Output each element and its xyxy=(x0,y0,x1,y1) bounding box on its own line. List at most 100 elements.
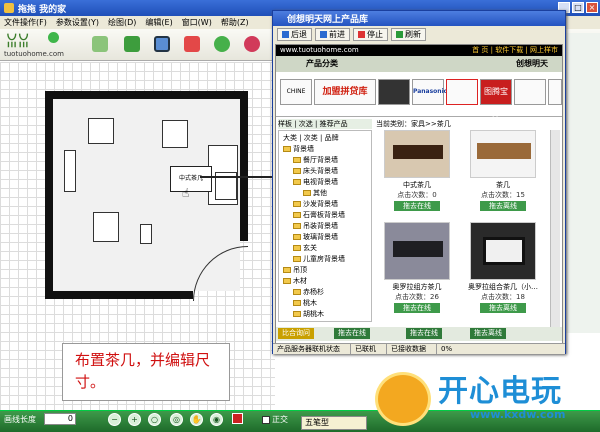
banner-1[interactable]: 加盟拼贷库 xyxy=(314,79,376,105)
logo: ꈍꈍ tuotuohome.com xyxy=(4,31,66,61)
banner-3[interactable]: Panasonic xyxy=(412,79,447,105)
product-action-button[interactable]: 拖去在线 xyxy=(394,201,440,211)
pan-icon[interactable]: ✋ xyxy=(190,413,203,426)
zoom-in-icon[interactable]: + xyxy=(128,413,141,426)
tree-header[interactable]: 大类 | 次类 | 品牌 xyxy=(283,133,339,143)
chair-left[interactable] xyxy=(88,118,114,144)
room-wall-right[interactable] xyxy=(240,91,248,241)
folder-icon xyxy=(293,223,301,229)
maximize-button[interactable]: □ xyxy=(572,2,584,13)
product-card[interactable]: 茶几 点击次数：15 拖去离线 xyxy=(464,130,542,211)
refresh-button[interactable]: 刷新 xyxy=(391,28,426,41)
ortho-checkbox[interactable] xyxy=(262,415,270,424)
popup-status-bar: 产品服务器联机状态 已联机 已接收数据 0% xyxy=(273,343,565,354)
close-button[interactable]: × xyxy=(586,2,598,13)
foot-online-button-2[interactable]: 拖去在线 xyxy=(406,328,442,339)
product-name: 茶几 xyxy=(496,181,510,189)
folder-icon xyxy=(293,289,301,295)
site-links[interactable]: 首 页 | 软件下载 | 网上样市 xyxy=(472,45,558,56)
zoom-reset-icon[interactable]: ◉ xyxy=(210,413,223,426)
tree-item[interactable]: 沙发背景墙 xyxy=(293,199,338,209)
tree-item[interactable]: 餐厅背景墙 xyxy=(293,155,338,165)
product-name: 中式茶几 xyxy=(403,181,431,189)
menu-draw[interactable]: 绘图(D) xyxy=(108,17,136,28)
product-views: 点击次数：15 xyxy=(481,191,525,199)
chair-top[interactable] xyxy=(162,120,188,148)
foot-offline-button[interactable]: 拖去离线 xyxy=(470,328,506,339)
save-icon[interactable] xyxy=(124,36,140,52)
zoom-out-icon[interactable]: − xyxy=(108,413,121,426)
tree-item[interactable]: 吊装背景墙 xyxy=(293,221,338,231)
stop-button[interactable]: 停止 xyxy=(353,28,388,41)
product-scrollbar[interactable] xyxy=(550,130,560,340)
zoom-fit-icon[interactable]: ○ xyxy=(148,413,161,426)
product-action-button[interactable]: 拖去离线 xyxy=(480,201,526,211)
tree-label: 床头背景墙 xyxy=(303,167,338,175)
menu-help[interactable]: 帮助(Z) xyxy=(221,17,249,28)
inquiry-button[interactable]: 比合询问 xyxy=(278,328,314,339)
category-bar: 产品分类 创想明天 xyxy=(276,56,562,72)
menu-file[interactable]: 文件操作(F) xyxy=(4,17,47,28)
product-image[interactable] xyxy=(384,130,450,178)
product-name: 奥罗拉组合茶几（小… xyxy=(468,283,538,291)
product-image[interactable] xyxy=(470,222,536,280)
folder-icon xyxy=(283,278,291,284)
zoom-window-icon[interactable]: ◎ xyxy=(170,413,183,426)
tree-item[interactable]: 儿童房背景墙 xyxy=(293,254,345,264)
product-library-window: 创想明天网上产品库 后退 前进 停止 刷新 www.tuotuohome.com… xyxy=(272,10,566,354)
right-panel xyxy=(563,33,600,333)
tree-item[interactable]: 背景墙 xyxy=(283,144,314,154)
tree-tabs[interactable]: 样板 | 次选 | 推荐产品 xyxy=(278,119,372,129)
back-button[interactable]: 后退 xyxy=(277,28,312,41)
cut-icon[interactable] xyxy=(184,36,200,52)
tree-label: 吊顶 xyxy=(293,266,307,274)
length-input[interactable]: 0 xyxy=(44,413,76,425)
tree-item[interactable]: 玻璃背景墙 xyxy=(293,232,338,242)
product-card[interactable]: 中式茶几 点击次数：0 拖去在线 xyxy=(378,130,456,211)
banner-4[interactable] xyxy=(446,79,478,105)
foot-online-button[interactable]: 拖去在线 xyxy=(334,328,370,339)
rotate-icon[interactable] xyxy=(214,36,230,52)
status-label: 产品服务器联机状态 xyxy=(277,345,340,353)
product-action-button[interactable]: 拖去离线 xyxy=(480,303,526,313)
tree-item[interactable]: 桃木 xyxy=(293,298,317,308)
ortho-toggle[interactable]: 正交 xyxy=(262,414,288,425)
banner-5[interactable]: 图腾宝库 xyxy=(480,79,512,120)
chair-bottom-left[interactable] xyxy=(93,212,119,242)
tree-item[interactable]: 木材 xyxy=(283,276,307,286)
tree-item[interactable]: 石膏板背景墙 xyxy=(293,210,345,220)
banner-6[interactable] xyxy=(514,79,546,105)
category-tree[interactable]: 大类 | 次类 | 品牌 背景墙 餐厅背景墙 床头背景墙 电视背景墙 其他 沙发… xyxy=(278,130,372,322)
tree-label: 电视背景墙 xyxy=(303,178,338,186)
menu-window[interactable]: 窗口(W) xyxy=(182,17,212,28)
menu-settings[interactable]: 参数设置(Y) xyxy=(56,17,99,28)
tree-item[interactable]: 胡桃木 xyxy=(293,309,324,319)
watermark-title: 开心电玩 xyxy=(438,374,562,409)
product-action-button[interactable]: 拖去在线 xyxy=(394,303,440,313)
banner-0[interactable]: CHINE xyxy=(280,79,312,105)
tree-item[interactable]: 玄关 xyxy=(293,243,317,253)
tree-item[interactable]: 吊顶 xyxy=(283,265,307,275)
sideboard-left[interactable] xyxy=(64,150,76,192)
banner-2[interactable] xyxy=(378,79,410,105)
status-received: 已接收数据 xyxy=(386,344,426,354)
tea-table[interactable]: 中式茶几 xyxy=(170,166,212,192)
tree-item[interactable]: 赤杨杉 xyxy=(293,287,324,297)
color-swatch-icon[interactable] xyxy=(232,413,243,424)
banner-7[interactable] xyxy=(548,79,562,105)
room-wall-bottom[interactable] xyxy=(45,291,193,299)
tree-item[interactable]: 其他 xyxy=(303,188,327,198)
tree-item[interactable]: 电视背景墙 xyxy=(293,177,338,187)
tree-item[interactable]: 床头背景墙 xyxy=(293,166,338,176)
menu-edit[interactable]: 编辑(E) xyxy=(145,17,172,28)
folder-icon xyxy=(293,179,301,185)
open-icon[interactable] xyxy=(92,36,108,52)
chair-bottom-right[interactable] xyxy=(140,224,152,244)
product-image[interactable] xyxy=(470,130,536,178)
delete-icon[interactable] xyxy=(244,36,260,52)
forward-button[interactable]: 前进 xyxy=(315,28,350,41)
product-card[interactable]: 奥罗拉组合茶几（小… 点击次数：18 拖去离线 xyxy=(464,222,542,313)
product-card[interactable]: 奥罗拉组方茶几 点击次数：26 拖去在线 xyxy=(378,222,456,313)
product-image[interactable] xyxy=(384,222,450,280)
floppy-icon[interactable] xyxy=(154,36,170,52)
